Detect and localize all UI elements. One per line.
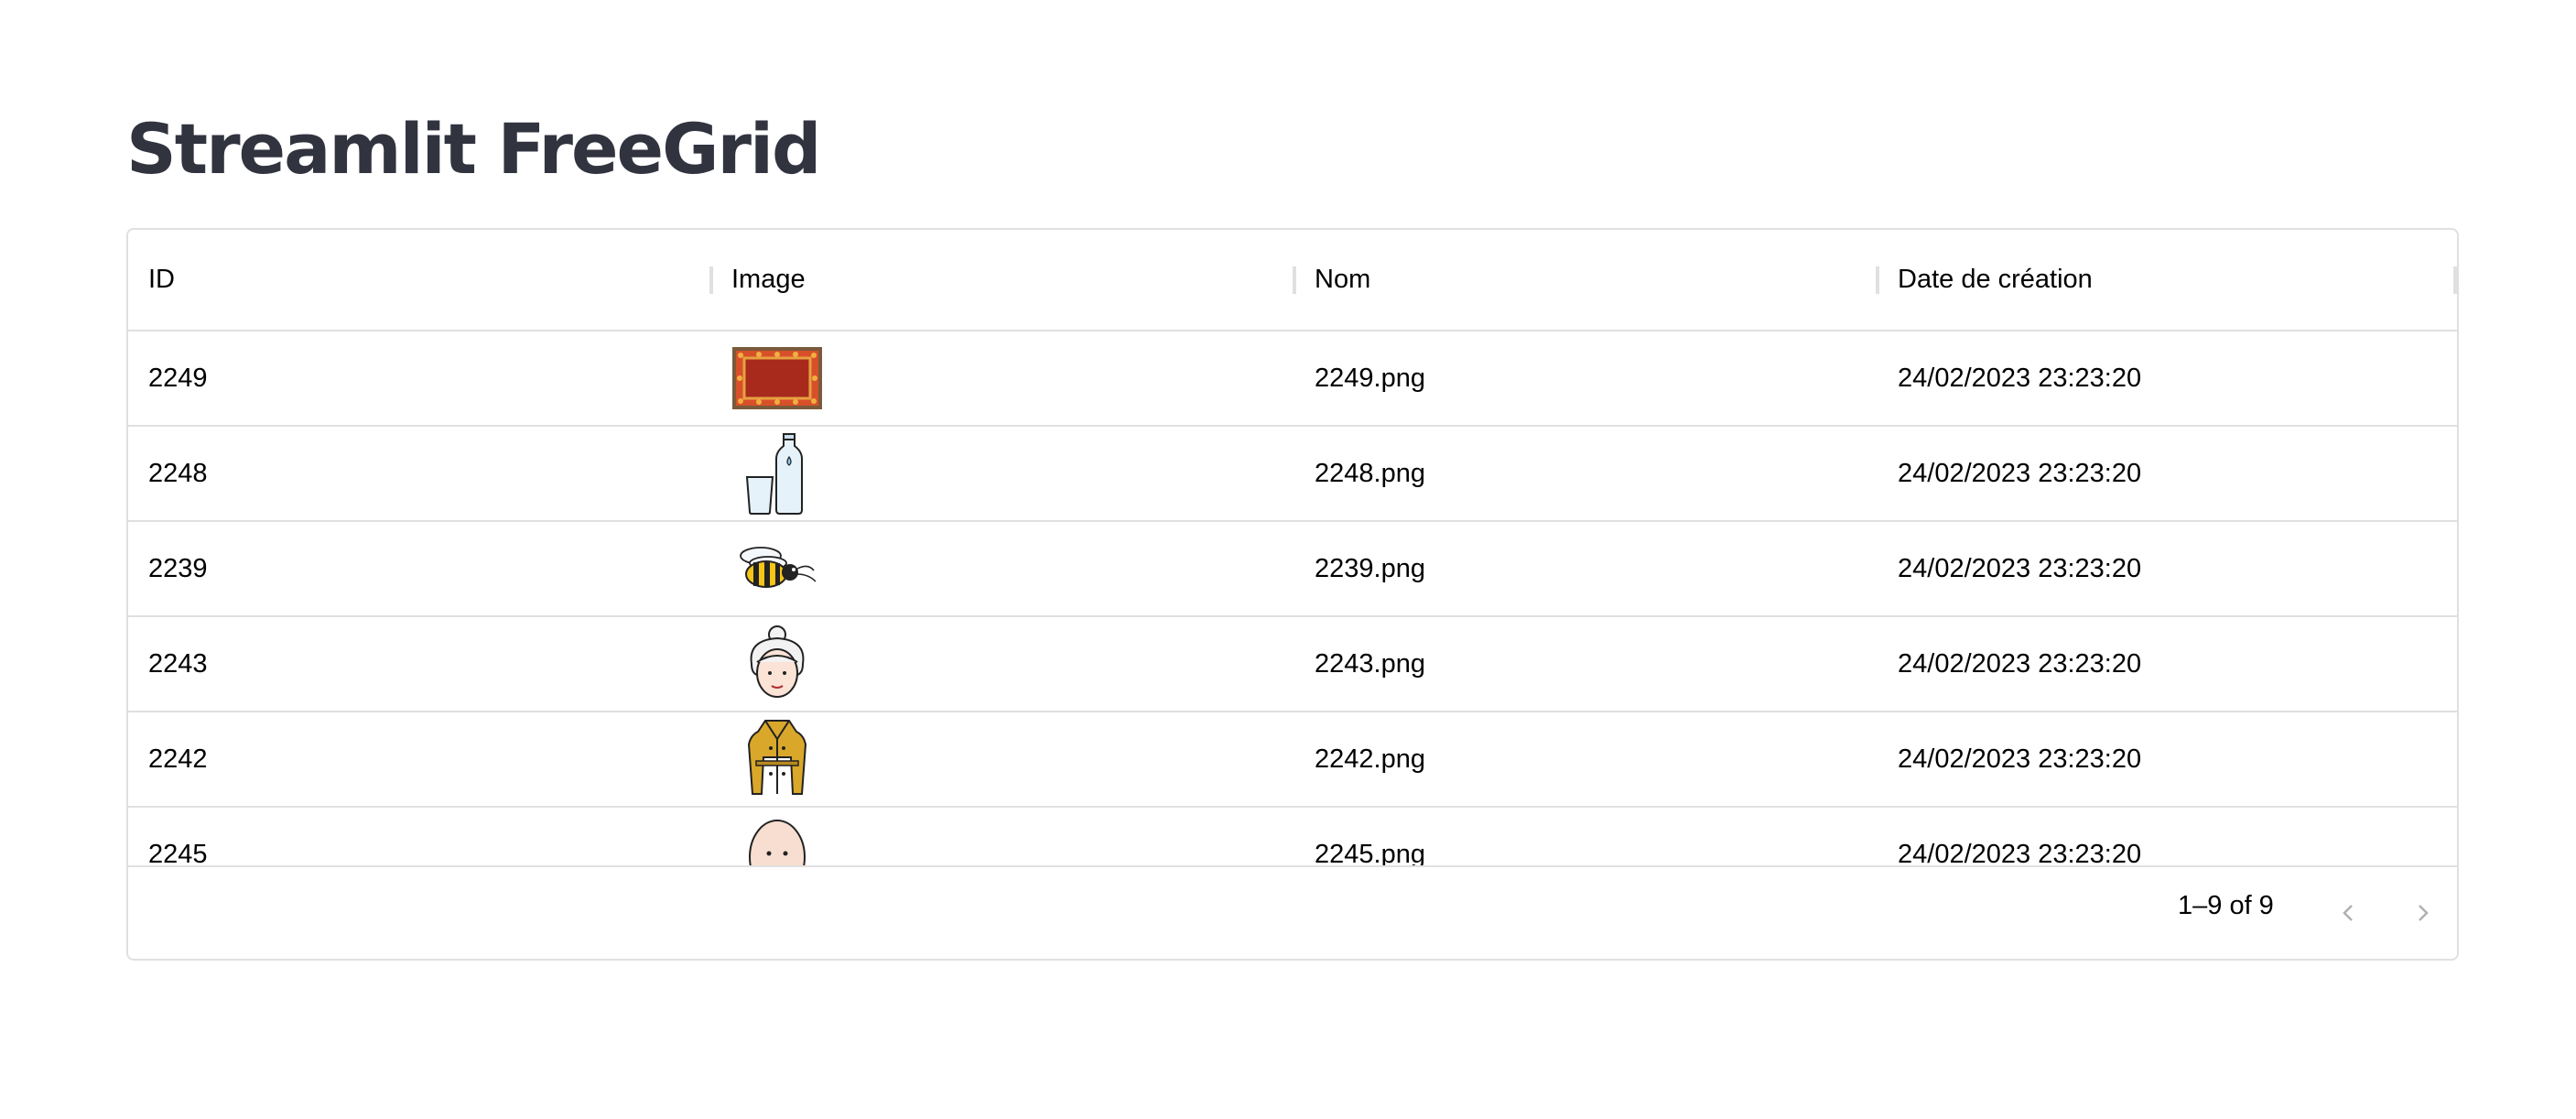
cell-date[interactable]: 24/02/2023 23:23:20 [1878,617,2457,711]
rug-icon [732,347,822,409]
column-header-image[interactable]: Image [711,230,1296,330]
cell-nom[interactable]: 2245.png [1294,808,1878,866]
cell-nom[interactable]: 2239.png [1294,522,1878,615]
table-row[interactable]: 2243 2243.png 24/02/2023 23:23:20 [128,617,2457,712]
cell-date[interactable]: 24/02/2023 23:23:20 [1878,808,2457,866]
grid-footer: 1–9 of 9 [128,865,2457,959]
cell-image[interactable] [711,808,1294,865]
cell-date[interactable]: 24/02/2023 23:23:20 [1878,427,2457,520]
cell-image[interactable] [711,427,1294,520]
cell-id[interactable]: 2249 [128,331,711,425]
column-header-label: Date de création [1898,265,2093,294]
bald-head-icon [749,820,806,865]
column-header-id[interactable]: ID [128,230,713,330]
cell-nom[interactable]: 2242.png [1294,712,1878,806]
table-row[interactable]: 2249 2249.png 24/02/2023 23:23:20 [128,331,2457,427]
data-grid: ID Image Nom Date de création 2249 2249.… [126,228,2459,961]
column-header-label: ID [148,265,175,294]
cell-id[interactable]: 2248 [128,427,711,520]
cell-id[interactable]: 2239 [128,522,711,615]
cell-nom[interactable]: 2243.png [1294,617,1878,711]
next-page-button[interactable] [2400,891,2444,935]
cell-id[interactable]: 2243 [128,617,711,711]
bee-icon [740,547,817,588]
cell-date[interactable]: 24/02/2023 23:23:20 [1878,712,2457,806]
grid-header: ID Image Nom Date de création [128,230,2457,331]
cell-nom[interactable]: 2249.png [1294,331,1878,425]
cell-date[interactable]: 24/02/2023 23:23:20 [1878,522,2457,615]
cell-image[interactable] [711,712,1294,806]
cell-id[interactable]: 2245 [128,808,711,866]
grid-body[interactable]: 2249 2249.png 24/02/2023 23:23:20 2248 2… [128,331,2457,865]
water-bottle-glass-icon [745,433,803,515]
cell-date[interactable]: 24/02/2023 23:23:20 [1878,331,2457,425]
cell-image[interactable] [711,617,1294,711]
table-row[interactable]: 2248 2248.png 24/02/2023 23:23:20 [128,427,2457,522]
cell-id[interactable]: 2242 [128,712,711,806]
trench-coat-icon [747,720,807,795]
table-row[interactable]: 2239 2239.png 24/02/2023 23:23:20 [128,522,2457,617]
cell-nom[interactable]: 2248.png [1294,427,1878,520]
cell-image[interactable] [711,522,1294,615]
pagination-count: 1–9 of 9 [2178,891,2274,920]
column-header-label: Nom [1315,265,1371,294]
column-header-nom[interactable]: Nom [1294,230,1879,330]
column-header-date[interactable]: Date de création [1878,230,2457,330]
table-row[interactable]: 2242 2242.png 24/02/2023 23:23:20 [128,712,2457,808]
chevron-right-icon [2419,905,2429,921]
grandmother-face-icon [750,625,805,698]
previous-page-button[interactable] [2327,891,2371,935]
page-title: Streamlit FreeGrid [126,108,821,190]
cell-image[interactable] [711,331,1294,425]
column-separator[interactable] [2453,266,2457,294]
chevron-left-icon [2343,905,2353,921]
column-header-label: Image [731,265,806,294]
table-row[interactable]: 2245 2245.png 24/02/2023 23:23:20 [128,808,2457,865]
